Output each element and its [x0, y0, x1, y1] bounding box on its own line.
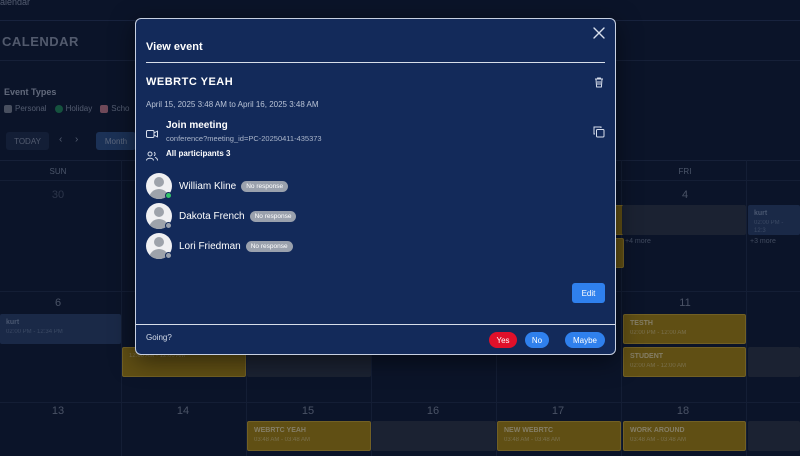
event-title: WEBRTC YEAH: [146, 76, 234, 88]
presence-indicator: [165, 192, 172, 199]
edit-button[interactable]: Edit: [572, 283, 605, 303]
join-meeting-link[interactable]: Join meeting: [166, 120, 228, 131]
conference-link[interactable]: conference?meeting_id=PC-20250411-435373: [166, 134, 322, 143]
participants-count: All participants 3: [166, 149, 231, 158]
status-badge: No response: [241, 180, 289, 192]
rsvp-yes-button[interactable]: Yes: [489, 332, 517, 348]
attendee-name: Lori Friedman: [179, 240, 241, 252]
participants-icon: [146, 148, 158, 161]
video-camera-icon: [146, 126, 158, 138]
presence-indicator: [165, 222, 172, 229]
attendee-row: Lori Friedman No response: [146, 233, 293, 259]
status-badge: No response: [245, 240, 293, 252]
presence-indicator: [165, 252, 172, 259]
attendee-name: William Kline: [179, 180, 237, 192]
going-label: Going?: [146, 333, 172, 342]
trash-icon[interactable]: [593, 75, 605, 88]
event-dates: April 15, 2025 3:48 AM to April 16, 2025…: [146, 100, 319, 109]
status-badge: No response: [249, 210, 297, 222]
attendee-name: Dakota French: [179, 210, 245, 222]
footer-divider: [136, 324, 615, 325]
rsvp-no-button[interactable]: No: [525, 332, 549, 348]
rsvp-maybe-button[interactable]: Maybe: [565, 332, 605, 348]
header-divider: [146, 62, 605, 63]
dialog-title: View event: [146, 41, 203, 53]
close-icon[interactable]: [591, 26, 607, 42]
attendee-row: William Kline No response: [146, 173, 289, 199]
attendee-row: Dakota French No response: [146, 203, 297, 229]
view-event-dialog: View event WEBRTC YEAH April 15, 2025 3:…: [135, 18, 616, 355]
copy-icon[interactable]: [593, 125, 605, 138]
